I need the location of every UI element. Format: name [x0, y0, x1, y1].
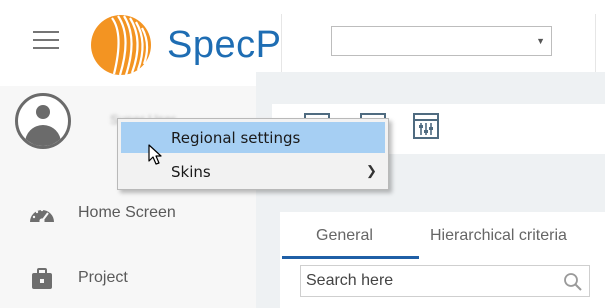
specpage-logo	[91, 15, 151, 76]
avatar[interactable]	[15, 93, 71, 149]
brand-name: SpecP	[167, 24, 279, 66]
header-divider	[281, 14, 282, 72]
search-icon[interactable]	[563, 272, 583, 292]
header-divider-right	[595, 14, 605, 72]
sidebar-item-label: Project	[78, 269, 128, 286]
chevron-down-icon: ▼	[536, 36, 545, 46]
menu-item-label: Regional settings	[171, 129, 301, 147]
sidebar-item-home-screen[interactable]: Home Screen	[0, 194, 256, 234]
mouse-cursor-icon	[148, 144, 162, 165]
menu-item-label: Skins	[171, 163, 211, 181]
chevron-right-icon: ❯	[366, 163, 377, 178]
tab-general[interactable]: General	[316, 212, 373, 260]
sidebar-item-project[interactable]: Project	[0, 259, 256, 299]
hamburger-menu-icon[interactable]	[33, 31, 59, 51]
active-tab-indicator	[282, 256, 419, 259]
settings-sliders-icon[interactable]	[412, 112, 440, 140]
dashboard-gauge-icon	[30, 208, 54, 224]
sidebar-item-label: Home Screen	[78, 204, 176, 221]
header-dropdown[interactable]: ▼	[331, 26, 552, 56]
tab-hierarchical-criteria[interactable]: Hierarchical criteria	[430, 212, 567, 260]
search-box[interactable]	[300, 265, 590, 297]
briefcase-icon	[32, 268, 52, 289]
search-input[interactable]	[306, 272, 546, 290]
